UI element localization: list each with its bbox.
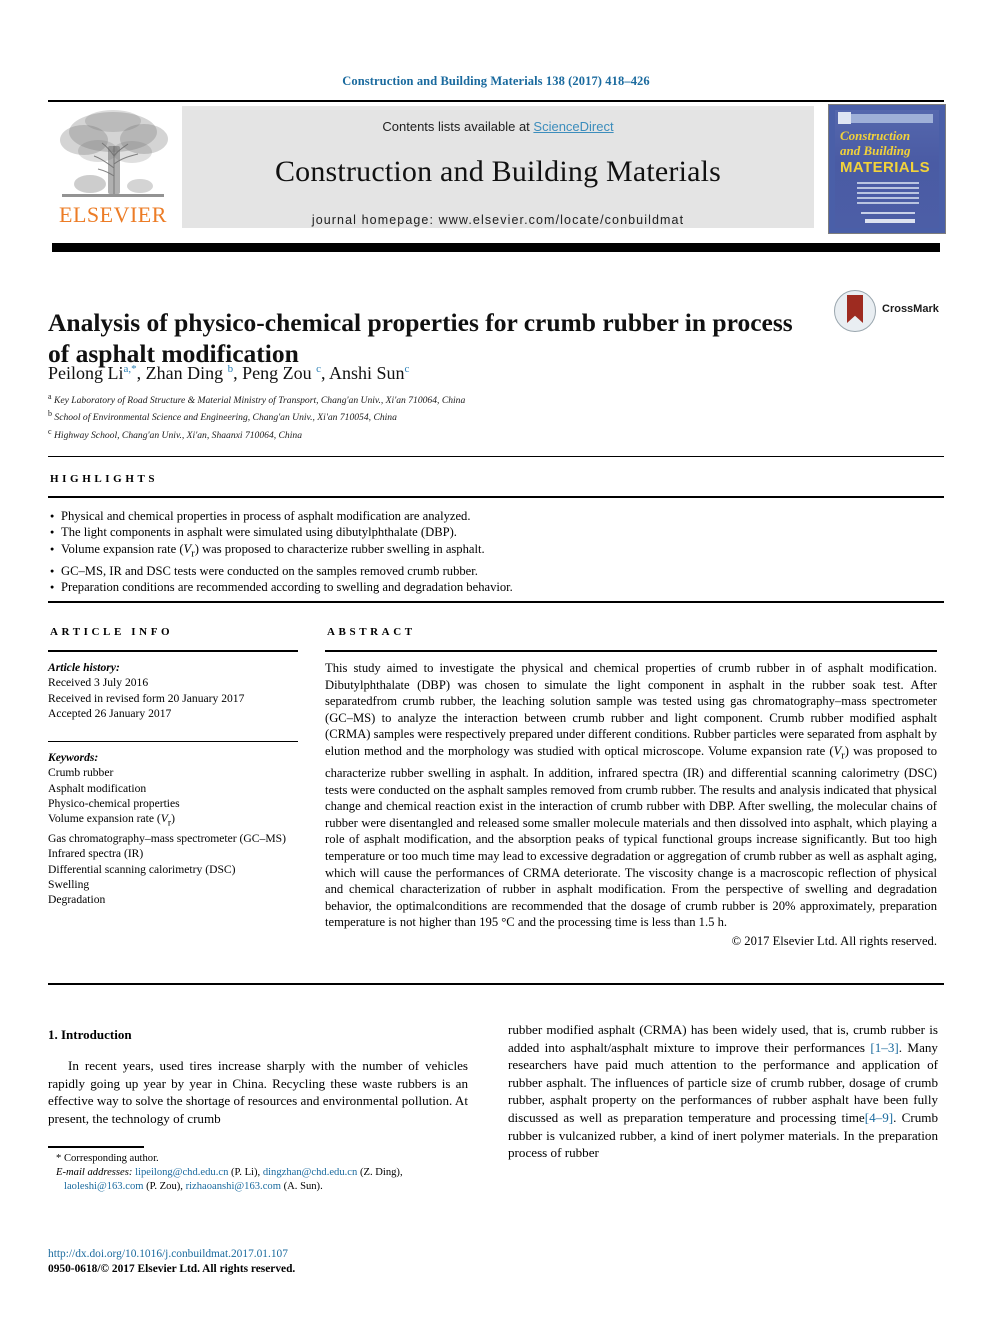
doi-block: http://dx.doi.org/10.1016/j.conbuildmat.… bbox=[48, 1247, 478, 1277]
highlight-item: Volume expansion rate (Vr) was proposed … bbox=[50, 541, 930, 563]
email-addresses-note: E-mail addresses: lipeilong@chd.edu.cn (… bbox=[48, 1166, 478, 1194]
footnote-rule bbox=[48, 1146, 144, 1148]
keyword-item: Asphalt modification bbox=[48, 781, 147, 795]
keyword-item: Degradation bbox=[48, 893, 106, 907]
highlight-item: The light components in asphalt were sim… bbox=[50, 524, 930, 541]
keyword-item: Differential scanning calorimetry (DSC) bbox=[48, 862, 236, 876]
article-history-item: Received in revised form 20 January 2017 bbox=[48, 691, 245, 705]
page-title: Analysis of physico-chemical properties … bbox=[48, 308, 793, 369]
keywords-block: Keywords: Crumb rubber Asphalt modificat… bbox=[48, 741, 298, 907]
crossmark-badge[interactable]: CrossMark bbox=[834, 290, 944, 332]
issn-copyright-line: 0950-0618/© 2017 Elsevier Ltd. All right… bbox=[48, 1263, 296, 1275]
masthead-top-rule bbox=[48, 100, 944, 102]
author-list: Peilong Lia,*, Zhan Ding b, Peng Zou c, … bbox=[48, 363, 410, 383]
sciencedirect-link[interactable]: ScienceDirect bbox=[533, 119, 613, 134]
highlights-label: HIGHLIGHTS bbox=[50, 473, 159, 485]
section-heading-introduction: 1. Introduction bbox=[48, 1027, 132, 1042]
cover-title-line-1: Construction bbox=[840, 128, 911, 143]
article-info-label: ARTICLE INFO bbox=[50, 626, 174, 638]
keyword-item: Crumb rubber bbox=[48, 766, 114, 780]
corresponding-author-note: * Corresponding author. bbox=[56, 1153, 159, 1164]
keyword-item: Volume expansion rate (Vr) bbox=[48, 812, 175, 829]
body-paragraph: rubber modified asphalt (CRMA) has been … bbox=[508, 1022, 938, 1161]
highlights-list: Physical and chemical properties in proc… bbox=[50, 508, 930, 597]
article-history-item: Accepted 26 January 2017 bbox=[48, 706, 172, 720]
journal-masthead: ELSEVIER Contents lists available at Sci… bbox=[48, 100, 946, 234]
article-info-rule bbox=[48, 650, 298, 652]
keyword-item: Swelling bbox=[48, 877, 90, 891]
abstract-column: This study aimed to investigate the phys… bbox=[325, 660, 937, 950]
affiliation-item: b School of Environmental Science and En… bbox=[48, 409, 397, 424]
body-column-left: In recent years, used tires increase sha… bbox=[48, 1057, 468, 1127]
highlights-top-rule bbox=[48, 456, 944, 457]
highlight-item: Preparation conditions are recommended a… bbox=[50, 579, 930, 596]
abstract-copyright: © 2017 Elsevier Ltd. All rights reserved… bbox=[731, 934, 937, 949]
affiliation-item: a Key Laboratory of Road Structure & Mat… bbox=[48, 392, 466, 407]
affiliation-item: c Highway School, Chang'an Univ., Xi'an,… bbox=[48, 426, 302, 442]
article-info-column: Article history: Received 3 July 2016 Re… bbox=[48, 660, 298, 907]
keywords-rule bbox=[48, 741, 298, 743]
affiliation-list: a Key Laboratory of Road Structure & Mat… bbox=[48, 390, 848, 442]
cover-top-bar bbox=[839, 114, 933, 123]
doi-link[interactable]: http://dx.doi.org/10.1016/j.conbuildmat.… bbox=[48, 1247, 478, 1262]
article-history-item: Received 3 July 2016 bbox=[48, 676, 149, 690]
highlight-item: GC–MS, IR and DSC tests were conducted o… bbox=[50, 563, 930, 580]
affiliation-text: Highway School, Chang'an Univ., Xi'an, S… bbox=[53, 430, 302, 442]
elsevier-wordmark: ELSEVIER bbox=[59, 202, 167, 227]
cover-title-line-3: MATERIALS bbox=[840, 159, 930, 176]
highlight-item: Physical and chemical properties in proc… bbox=[50, 508, 930, 525]
masthead-center-band: Contents lists available at ScienceDirec… bbox=[182, 106, 814, 228]
keyword-item: Physico-chemical properties bbox=[48, 797, 180, 811]
crossmark-label: CrossMark bbox=[882, 303, 939, 315]
body-column-right: rubber modified asphalt (CRMA) has been … bbox=[508, 1021, 938, 1162]
elsevier-logo: ELSEVIER bbox=[48, 106, 178, 232]
keyword-item: Gas chromatography–mass spectrometer (GC… bbox=[48, 831, 286, 845]
article-page: Construction and Building Materials 138 … bbox=[0, 0, 992, 1323]
affiliation-text: School of Environmental Science and Engi… bbox=[54, 412, 397, 424]
email-label: E-mail addresses: bbox=[56, 1167, 133, 1179]
article-history-heading: Article history: bbox=[48, 661, 120, 674]
footnote-block: * Corresponding author. E-mail addresses… bbox=[48, 1152, 478, 1195]
abstract-text: This study aimed to investigate the phys… bbox=[325, 661, 937, 930]
masthead-black-bar bbox=[52, 243, 940, 252]
cover-title-line-2: and Building bbox=[840, 143, 911, 158]
elsevier-tree-icon bbox=[60, 110, 168, 197]
abstract-rule bbox=[325, 650, 937, 652]
cover-blurb-lines bbox=[857, 182, 919, 214]
cover-foot-word bbox=[865, 219, 915, 223]
cover-inner: Construction and Building MATERIALS bbox=[835, 110, 939, 228]
keywords-heading: Keywords: bbox=[48, 751, 99, 765]
highlights-bottom-rule bbox=[48, 601, 944, 603]
running-head: Construction and Building Materials 138 … bbox=[342, 74, 650, 88]
body-paragraph: In recent years, used tires increase sha… bbox=[48, 1058, 468, 1126]
contents-prefix: Contents lists available at bbox=[382, 119, 534, 134]
contents-lists-line: Contents lists available at ScienceDirec… bbox=[182, 119, 814, 134]
cover-elsevier-mark-icon bbox=[838, 112, 851, 124]
highlights-under-rule bbox=[48, 496, 944, 498]
cover-foot-rule bbox=[861, 212, 915, 214]
affiliation-text: Key Laboratory of Road Structure & Mater… bbox=[53, 395, 466, 407]
abstract-label: ABSTRACT bbox=[327, 626, 416, 638]
keyword-item: Infrared spectra (IR) bbox=[48, 847, 144, 861]
journal-cover-thumbnail[interactable]: Construction and Building MATERIALS bbox=[828, 104, 946, 234]
journal-title: Construction and Building Materials bbox=[274, 155, 722, 188]
abstract-bottom-rule bbox=[48, 983, 944, 985]
journal-homepage[interactable]: journal homepage: www.elsevier.com/locat… bbox=[182, 213, 814, 227]
